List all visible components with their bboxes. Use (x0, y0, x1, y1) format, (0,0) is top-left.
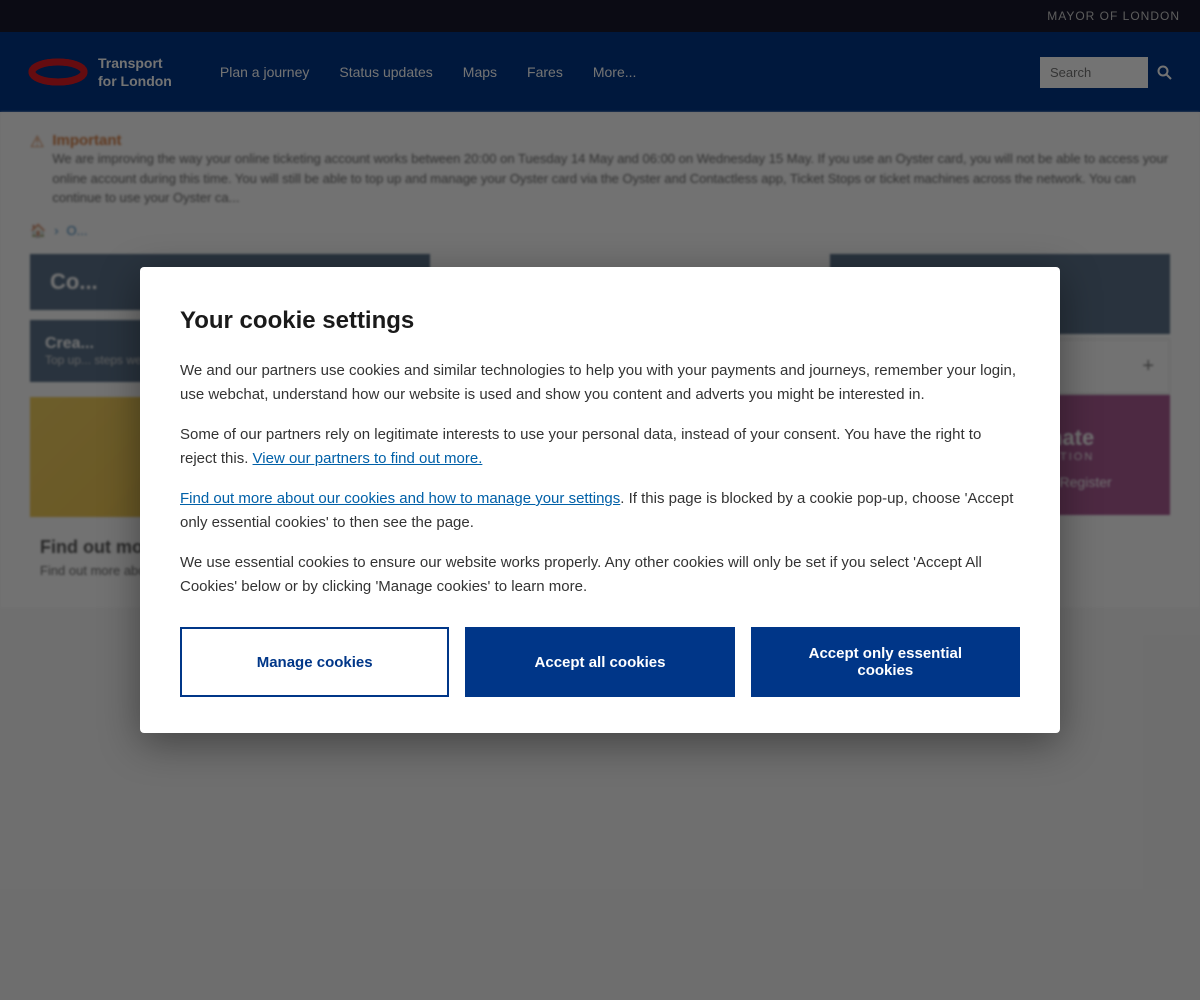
cookie-modal: Your cookie settings We and our partners… (140, 267, 1060, 733)
modal-body: We and our partners use cookies and simi… (180, 359, 1020, 599)
modal-para-2: Some of our partners rely on legitimate … (180, 423, 1020, 471)
modal-para-4: We use essential cookies to ensure our w… (180, 551, 1020, 599)
accept-essential-cookies-button[interactable]: Accept only essential cookies (751, 627, 1020, 697)
cookies-settings-link[interactable]: Find out more about our cookies and how … (180, 490, 620, 507)
partners-link[interactable]: View our partners to find out more. (253, 450, 483, 467)
manage-cookies-button[interactable]: Manage cookies (180, 627, 449, 697)
modal-para-3: Find out more about our cookies and how … (180, 487, 1020, 535)
accept-all-cookies-button[interactable]: Accept all cookies (465, 627, 734, 697)
cookie-overlay: Your cookie settings We and our partners… (0, 0, 1200, 1000)
modal-para-1: We and our partners use cookies and simi… (180, 359, 1020, 407)
modal-buttons: Manage cookies Accept all cookies Accept… (180, 627, 1020, 697)
modal-title: Your cookie settings (180, 307, 1020, 335)
